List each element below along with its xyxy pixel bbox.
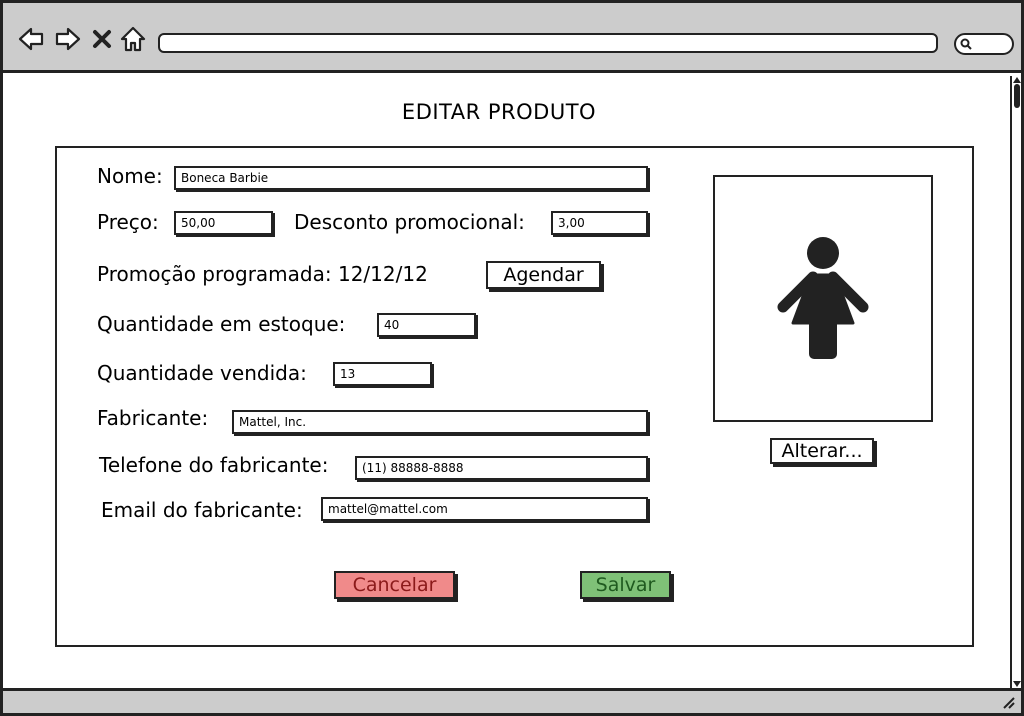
email-input[interactable]: mattel@mattel.com <box>321 497 648 521</box>
save-button[interactable]: Salvar <box>580 571 671 599</box>
product-form-panel: Nome: Boneca Barbie Preço: 50,00 Descont… <box>55 146 974 647</box>
estoque-input[interactable]: 40 <box>377 313 476 337</box>
search-icon <box>960 38 972 50</box>
browser-window: EDITAR PRODUTO Nome: Boneca Barbie Preço… <box>0 0 1024 716</box>
product-image <box>713 175 933 422</box>
desconto-input[interactable]: 3,00 <box>551 211 648 235</box>
female-person-icon <box>777 237 869 359</box>
close-icon[interactable] <box>91 25 113 53</box>
home-icon[interactable] <box>119 25 147 53</box>
nome-input[interactable]: Boneca Barbie <box>174 166 648 190</box>
telefone-input[interactable]: (11) 88888-8888 <box>355 456 648 480</box>
back-arrow-icon[interactable] <box>17 25 45 53</box>
telefone-label: Telefone do fabricante: <box>99 453 329 477</box>
vendida-input[interactable]: 13 <box>333 362 432 386</box>
desconto-label: Desconto promocional: <box>294 210 525 234</box>
fabricante-input[interactable]: Mattel, Inc. <box>232 410 648 434</box>
status-bar <box>3 688 1021 713</box>
promocao-programada-label: Promoção programada: 12/12/12 <box>97 262 428 286</box>
page-content: EDITAR PRODUTO Nome: Boneca Barbie Preço… <box>3 76 1010 688</box>
email-label: Email do fabricante: <box>101 498 303 522</box>
vendida-label: Quantidade vendida: <box>97 361 307 385</box>
cancel-button[interactable]: Cancelar <box>334 571 455 599</box>
estoque-label: Quantidade em estoque: <box>97 312 346 336</box>
browser-search-box[interactable] <box>954 33 1014 55</box>
preco-input[interactable]: 50,00 <box>174 211 273 235</box>
page-title: EDITAR PRODUTO <box>401 100 597 124</box>
scroll-down-icon[interactable] <box>1013 681 1021 687</box>
browser-toolbar <box>3 3 1021 73</box>
forward-arrow-icon[interactable] <box>54 25 82 53</box>
resize-grip-icon[interactable] <box>1001 695 1015 709</box>
nome-label: Nome: <box>97 164 163 188</box>
preco-label: Preço: <box>97 210 159 234</box>
vertical-scrollbar[interactable] <box>1010 76 1021 688</box>
scroll-up-icon[interactable] <box>1013 77 1021 83</box>
scroll-thumb[interactable] <box>1014 84 1020 108</box>
url-bar[interactable] <box>158 33 938 53</box>
agendar-button[interactable]: Agendar <box>486 261 601 289</box>
alterar-image-button[interactable]: Alterar... <box>770 438 874 464</box>
fabricante-label: Fabricante: <box>97 406 209 430</box>
